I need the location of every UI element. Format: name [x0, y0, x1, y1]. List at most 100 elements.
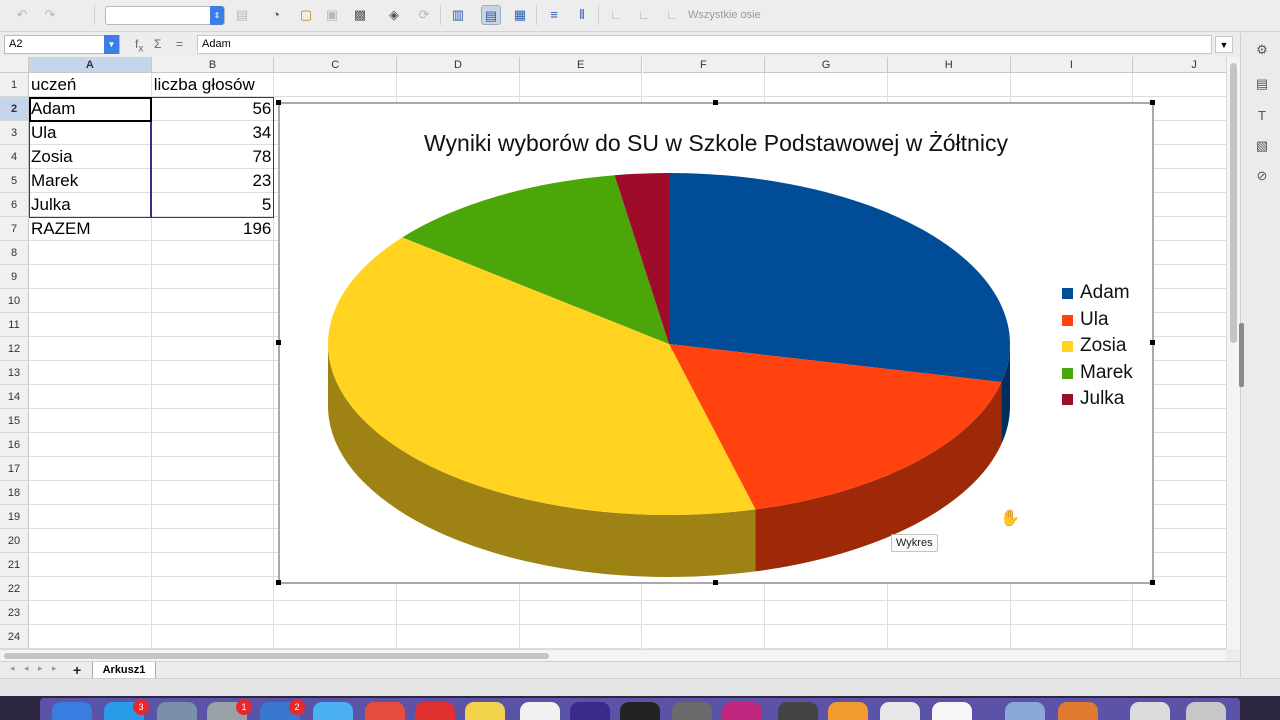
equals-icon[interactable]: = — [176, 37, 183, 51]
grid-cell[interactable] — [29, 457, 152, 481]
grid-cell[interactable] — [151, 385, 275, 409]
grid-cell[interactable] — [887, 625, 1011, 649]
grid-cell[interactable] — [29, 385, 152, 409]
row-header[interactable]: 8 — [0, 241, 29, 265]
grid-cell[interactable] — [29, 505, 152, 529]
column-header[interactable]: D — [397, 57, 520, 73]
grid-cell[interactable] — [151, 409, 275, 433]
row-header[interactable]: 9 — [0, 265, 29, 289]
column-header[interactable]: B — [151, 57, 275, 73]
notes-icon[interactable] — [465, 702, 505, 720]
grid-cell[interactable] — [765, 625, 888, 649]
grid-cell[interactable] — [887, 73, 1011, 97]
row-header[interactable]: 19 — [0, 505, 29, 529]
grid-cell[interactable]: Adam — [29, 97, 152, 121]
grid-cell[interactable] — [151, 481, 275, 505]
chart-area-icon[interactable]: ▣ — [322, 5, 342, 25]
grid-cell[interactable] — [151, 457, 275, 481]
vertical-scroll-thumb[interactable] — [1230, 63, 1237, 343]
horizontal-scrollbar[interactable] — [0, 649, 1226, 661]
editor-icon[interactable] — [620, 702, 660, 720]
grid-cell[interactable]: 196 — [151, 217, 275, 241]
grid-cell[interactable] — [151, 505, 275, 529]
pie-chart-object[interactable]: Wyniki wyborów do SU w Szkole Podstawowe… — [276, 100, 1155, 585]
grid-cell[interactable] — [519, 625, 643, 649]
grid-cell[interactable] — [151, 601, 275, 625]
grid-cell[interactable]: 23 — [151, 169, 275, 193]
downloads-icon[interactable] — [1130, 702, 1170, 720]
screenshot-icon[interactable] — [570, 702, 610, 720]
grid-cell[interactable]: 56 — [151, 97, 275, 121]
slides-icon[interactable] — [828, 702, 868, 720]
function-wizard-icon[interactable]: fx — [135, 37, 143, 54]
row-header[interactable]: 3 — [0, 121, 29, 145]
column-header[interactable]: E — [519, 57, 643, 73]
row-header[interactable]: 1 — [0, 73, 29, 97]
properties-icon[interactable]: ⚙ — [1253, 41, 1271, 59]
grid-cell[interactable]: Ula — [29, 121, 152, 145]
grid-cell[interactable]: 34 — [151, 121, 275, 145]
row-header[interactable]: 24 — [0, 625, 29, 649]
styles-icon[interactable]: ▤ — [1253, 75, 1271, 93]
terminal-icon[interactable] — [778, 702, 818, 720]
next-sheet-icon[interactable]: ▸ — [38, 663, 43, 674]
row-header[interactable]: 18 — [0, 481, 29, 505]
row-header[interactable]: 10 — [0, 289, 29, 313]
3d-view-icon[interactable]: ◈ — [384, 5, 404, 25]
grid-cell[interactable]: Zosia — [29, 145, 152, 169]
resize-handle[interactable] — [276, 340, 281, 345]
navigator-icon[interactable]: ⊘ — [1253, 167, 1271, 185]
resize-handle[interactable] — [1150, 340, 1155, 345]
grid-cell[interactable] — [151, 241, 275, 265]
grid-cell[interactable] — [151, 529, 275, 553]
firefox-icon[interactable] — [1058, 702, 1098, 720]
grid-cell[interactable] — [397, 625, 520, 649]
grid-cell[interactable] — [29, 313, 152, 337]
row-header[interactable]: 12 — [0, 337, 29, 361]
grid-cell[interactable]: 5 — [151, 193, 275, 217]
chart-element-select[interactable]: ⇕ — [105, 6, 225, 25]
rotate-icon[interactable]: ⟳ — [414, 5, 434, 25]
grid-cell[interactable] — [29, 625, 152, 649]
grid-cell[interactable] — [29, 601, 152, 625]
row-header[interactable]: 16 — [0, 433, 29, 457]
row-header[interactable]: 21 — [0, 553, 29, 577]
grid-cell[interactable]: 78 — [151, 145, 275, 169]
browser-icon[interactable] — [932, 702, 972, 720]
column-header[interactable]: I — [1010, 57, 1134, 73]
resize-handle[interactable] — [1150, 580, 1155, 585]
chrome-icon[interactable] — [365, 702, 405, 720]
grid-cell[interactable] — [151, 625, 275, 649]
grid-cell[interactable] — [151, 289, 275, 313]
axis-y-icon[interactable]: ∟ — [634, 5, 654, 25]
column-header[interactable]: A — [29, 57, 152, 73]
horizontal-scroll-thumb[interactable] — [4, 653, 549, 659]
row-header[interactable]: 22 — [0, 577, 29, 601]
finder-icon[interactable] — [52, 702, 92, 720]
column-header[interactable]: F — [642, 57, 766, 73]
recorder-icon[interactable] — [672, 702, 712, 720]
grid-cell[interactable] — [519, 73, 643, 97]
grid-cell[interactable] — [765, 73, 888, 97]
trash-icon[interactable] — [1186, 702, 1226, 720]
column-header[interactable]: H — [887, 57, 1011, 73]
prev-sheet-icon[interactable]: ◂ — [24, 663, 29, 674]
gallery-icon[interactable]: ▧ — [1253, 137, 1271, 155]
first-sheet-icon[interactable]: ◂ — [10, 663, 15, 674]
launchpad-icon[interactable] — [157, 702, 197, 720]
resize-handle[interactable] — [713, 580, 718, 585]
grid-cell[interactable] — [29, 481, 152, 505]
expand-formula-icon[interactable]: ▼ — [1215, 36, 1233, 53]
calendar-icon[interactable] — [415, 702, 455, 720]
chevron-down-icon[interactable]: ▼ — [104, 35, 119, 54]
add-sheet-button[interactable]: + — [73, 662, 81, 678]
horizontal-grids-icon[interactable]: ≡ — [544, 5, 564, 25]
select-all-corner[interactable] — [0, 57, 29, 73]
preview-icon[interactable] — [1005, 702, 1045, 720]
grid-cell[interactable] — [1010, 601, 1134, 625]
format-selection-icon[interactable]: ▤ — [232, 5, 252, 25]
row-header[interactable]: 17 — [0, 457, 29, 481]
row-header[interactable]: 2 — [0, 97, 29, 121]
vertical-grids-icon[interactable]: ⦀ — [572, 5, 592, 25]
row-header[interactable]: 7 — [0, 217, 29, 241]
